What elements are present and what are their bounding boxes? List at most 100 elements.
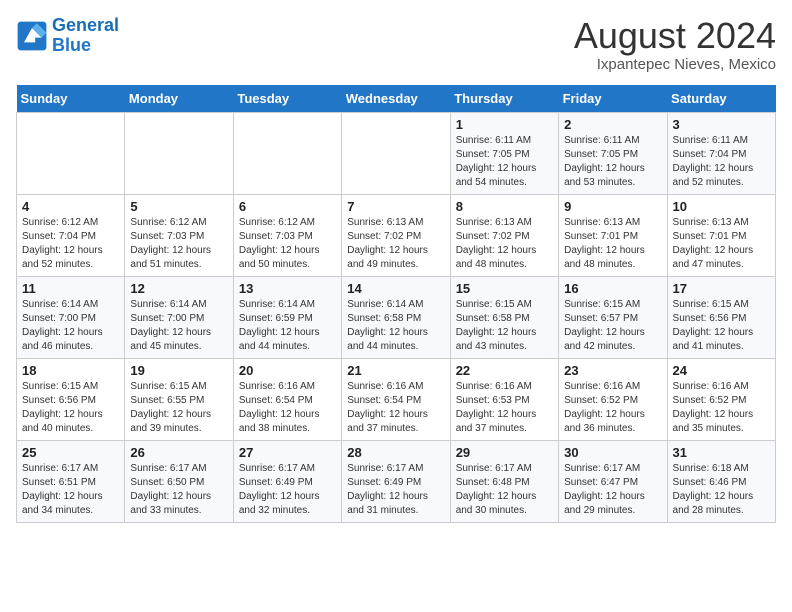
day-info: Sunrise: 6:12 AM Sunset: 7:03 PM Dayligh… [130,216,227,272]
calendar-cell: 3 Sunrise: 6:11 AM Sunset: 7:04 PM Daylig… [667,112,775,194]
calendar-cell: 23 Sunrise: 6:16 AM Sunset: 6:52 PM Dayli… [559,358,667,440]
calendar-table: SundayMondayTuesdayWednesdayThursdayFrid… [16,85,776,523]
calendar-cell: 9 Sunrise: 6:13 AM Sunset: 7:01 PM Daylig… [559,194,667,276]
logo-text: General Blue [52,16,119,56]
month-title: August 2024 [574,16,776,56]
day-number: 24 [673,363,770,378]
calendar-cell: 21Sunrise: 6:16 AM Sunset: 6:54 PM Dayli… [342,358,450,440]
calendar-cell: 22Sunrise: 6:16 AM Sunset: 6:53 PM Dayli… [450,358,558,440]
calendar-cell: 25Sunrise: 6:17 AM Sunset: 6:51 PM Dayli… [17,440,125,522]
calendar-cell: 6 Sunrise: 6:12 AM Sunset: 7:03 PM Daylig… [233,194,341,276]
day-number: 15 [456,281,553,296]
location: Ixpantepec Nieves, Mexico [574,56,776,73]
day-info: Sunrise: 6:14 AM Sunset: 7:00 PM Dayligh… [130,298,227,354]
logo-line1: General [52,15,119,35]
day-number: 12 [130,281,227,296]
logo: General Blue [16,16,119,56]
day-header-monday: Monday [125,85,233,113]
day-info: Sunrise: 6:11 AM Sunset: 7:05 PM Dayligh… [564,134,661,190]
calendar-cell: 16 Sunrise: 6:15 AM Sunset: 6:57 PM Dayli… [559,276,667,358]
day-info: Sunrise: 6:16 AM Sunset: 6:54 PM Dayligh… [239,380,336,436]
day-info: Sunrise: 6:13 AM Sunset: 7:02 PM Dayligh… [347,216,444,272]
calendar-cell: 5 Sunrise: 6:12 AM Sunset: 7:03 PM Daylig… [125,194,233,276]
day-number: 6 [239,199,336,214]
calendar-cell: 24 Sunrise: 6:16 AM Sunset: 6:52 PM Dayli… [667,358,775,440]
day-info: Sunrise: 6:17 AM Sunset: 6:49 PM Dayligh… [239,462,336,518]
day-info: Sunrise: 6:17 AM Sunset: 6:50 PM Dayligh… [130,462,227,518]
day-info: Sunrise: 6:11 AM Sunset: 7:05 PM Dayligh… [456,134,553,190]
calendar-cell: 27Sunrise: 6:17 AM Sunset: 6:49 PM Dayli… [233,440,341,522]
day-info: Sunrise: 6:17 AM Sunset: 6:49 PM Dayligh… [347,462,444,518]
day-info: Sunrise: 6:14 AM Sunset: 7:00 PM Dayligh… [22,298,119,354]
calendar-cell: 13Sunrise: 6:14 AM Sunset: 6:59 PM Dayli… [233,276,341,358]
calendar-cell: 17 Sunrise: 6:15 AM Sunset: 6:56 PM Dayli… [667,276,775,358]
calendar-cell: 15Sunrise: 6:15 AM Sunset: 6:58 PM Dayli… [450,276,558,358]
calendar-cell: 1 Sunrise: 6:11 AM Sunset: 7:05 PM Daylig… [450,112,558,194]
calendar-cell: 2 Sunrise: 6:11 AM Sunset: 7:05 PM Daylig… [559,112,667,194]
day-header-thursday: Thursday [450,85,558,113]
day-info: Sunrise: 6:13 AM Sunset: 7:01 PM Dayligh… [673,216,770,272]
calendar-cell: 30 Sunrise: 6:17 AM Sunset: 6:47 PM Dayli… [559,440,667,522]
day-number: 5 [130,199,227,214]
calendar-cell: 31 Sunrise: 6:18 AM Sunset: 6:46 PM Dayli… [667,440,775,522]
day-number: 2 [564,117,661,132]
day-number: 9 [564,199,661,214]
week-row-1: 1 Sunrise: 6:11 AM Sunset: 7:05 PM Daylig… [17,112,776,194]
day-number: 10 [673,199,770,214]
calendar-cell: 14 Sunrise: 6:14 AM Sunset: 6:58 PM Dayli… [342,276,450,358]
day-info: Sunrise: 6:12 AM Sunset: 7:03 PM Dayligh… [239,216,336,272]
day-info: Sunrise: 6:11 AM Sunset: 7:04 PM Dayligh… [673,134,770,190]
day-info: Sunrise: 6:12 AM Sunset: 7:04 PM Dayligh… [22,216,119,272]
day-number: 28 [347,445,444,460]
calendar-cell: 19 Sunrise: 6:15 AM Sunset: 6:55 PM Dayli… [125,358,233,440]
day-info: Sunrise: 6:13 AM Sunset: 7:01 PM Dayligh… [564,216,661,272]
calendar-cell: 28 Sunrise: 6:17 AM Sunset: 6:49 PM Dayli… [342,440,450,522]
calendar-cell: 8Sunrise: 6:13 AM Sunset: 7:02 PM Daylig… [450,194,558,276]
calendar-cell: 29 Sunrise: 6:17 AM Sunset: 6:48 PM Dayli… [450,440,558,522]
day-header-sunday: Sunday [17,85,125,113]
day-info: Sunrise: 6:16 AM Sunset: 6:53 PM Dayligh… [456,380,553,436]
calendar-cell: 11Sunrise: 6:14 AM Sunset: 7:00 PM Dayli… [17,276,125,358]
day-info: Sunrise: 6:17 AM Sunset: 6:48 PM Dayligh… [456,462,553,518]
week-row-3: 11Sunrise: 6:14 AM Sunset: 7:00 PM Dayli… [17,276,776,358]
day-number: 19 [130,363,227,378]
week-row-5: 25Sunrise: 6:17 AM Sunset: 6:51 PM Dayli… [17,440,776,522]
day-info: Sunrise: 6:18 AM Sunset: 6:46 PM Dayligh… [673,462,770,518]
calendar-cell: 10 Sunrise: 6:13 AM Sunset: 7:01 PM Dayli… [667,194,775,276]
day-info: Sunrise: 6:14 AM Sunset: 6:58 PM Dayligh… [347,298,444,354]
day-header-saturday: Saturday [667,85,775,113]
day-number: 26 [130,445,227,460]
days-header-row: SundayMondayTuesdayWednesdayThursdayFrid… [17,85,776,113]
day-info: Sunrise: 6:17 AM Sunset: 6:47 PM Dayligh… [564,462,661,518]
day-info: Sunrise: 6:15 AM Sunset: 6:56 PM Dayligh… [673,298,770,354]
day-info: Sunrise: 6:13 AM Sunset: 7:02 PM Dayligh… [456,216,553,272]
day-info: Sunrise: 6:16 AM Sunset: 6:54 PM Dayligh… [347,380,444,436]
day-info: Sunrise: 6:14 AM Sunset: 6:59 PM Dayligh… [239,298,336,354]
calendar-cell [342,112,450,194]
title-block: August 2024 Ixpantepec Nieves, Mexico [574,16,776,73]
day-number: 23 [564,363,661,378]
day-info: Sunrise: 6:15 AM Sunset: 6:55 PM Dayligh… [130,380,227,436]
day-info: Sunrise: 6:15 AM Sunset: 6:57 PM Dayligh… [564,298,661,354]
day-number: 31 [673,445,770,460]
calendar-cell: 26 Sunrise: 6:17 AM Sunset: 6:50 PM Dayli… [125,440,233,522]
day-info: Sunrise: 6:16 AM Sunset: 6:52 PM Dayligh… [564,380,661,436]
calendar-cell [17,112,125,194]
day-number: 16 [564,281,661,296]
day-number: 20 [239,363,336,378]
calendar-cell [233,112,341,194]
day-header-friday: Friday [559,85,667,113]
day-info: Sunrise: 6:16 AM Sunset: 6:52 PM Dayligh… [673,380,770,436]
day-number: 30 [564,445,661,460]
week-row-2: 4Sunrise: 6:12 AM Sunset: 7:04 PM Daylig… [17,194,776,276]
day-number: 1 [456,117,553,132]
day-number: 14 [347,281,444,296]
day-header-wednesday: Wednesday [342,85,450,113]
day-number: 7 [347,199,444,214]
logo-icon [16,20,48,52]
day-number: 3 [673,117,770,132]
day-number: 25 [22,445,119,460]
day-number: 17 [673,281,770,296]
day-number: 29 [456,445,553,460]
page-header: General Blue August 2024 Ixpantepec Niev… [16,16,776,73]
